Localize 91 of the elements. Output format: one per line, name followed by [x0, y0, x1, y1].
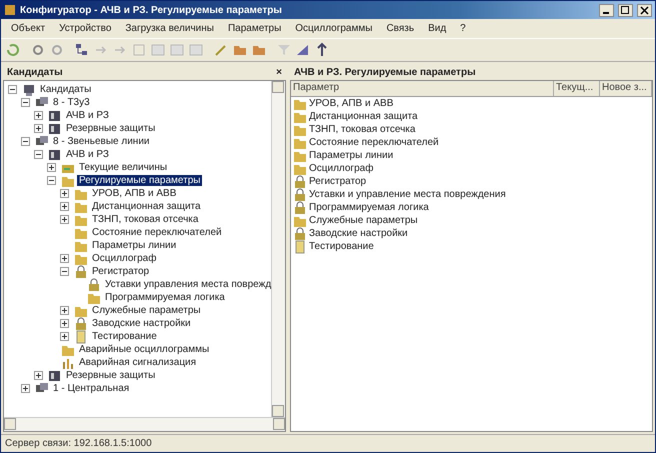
column-header[interactable]: Новое з...: [600, 81, 652, 96]
expand-toggle[interactable]: [60, 254, 69, 263]
device-icon: [48, 368, 62, 382]
device-icon: [48, 148, 62, 162]
list-item[interactable]: УРОВ, АПВ и АВВ: [309, 98, 394, 109]
collapse-toggle[interactable]: [60, 267, 69, 276]
minimize-button[interactable]: [599, 4, 614, 16]
menu-item[interactable]: Осциллограммы: [289, 22, 378, 35]
tree-item[interactable]: Параметры линии: [90, 240, 178, 251]
column-header[interactable]: Параметр: [291, 81, 554, 96]
collapse-toggle[interactable]: [21, 137, 30, 146]
tree-item[interactable]: 1 - Центральная: [51, 383, 132, 394]
expand-toggle[interactable]: [60, 332, 69, 341]
menu-item[interactable]: Устройство: [53, 22, 118, 35]
menu-item[interactable]: Объект: [5, 22, 52, 35]
app-icon: [4, 4, 16, 16]
tree-item[interactable]: Тестирование: [90, 331, 159, 342]
tree-item[interactable]: 8 - Звеньевые линии: [51, 136, 152, 147]
tree-item[interactable]: Регистратор: [90, 266, 152, 277]
menu-item[interactable]: Связь: [380, 22, 420, 35]
lock-icon: [74, 316, 88, 330]
tree-item[interactable]: Резервные защиты: [64, 123, 158, 134]
list-item[interactable]: ТЗНП, токовая отсечка: [309, 124, 416, 135]
panel-title: Кандидаты: [7, 66, 63, 78]
device-icon: [48, 108, 62, 122]
collapse-toggle[interactable]: [21, 98, 30, 107]
maximize-button[interactable]: [618, 4, 633, 16]
vertical-scrollbar[interactable]: [271, 81, 285, 417]
expand-toggle[interactable]: [34, 124, 43, 133]
computer-icon: [22, 82, 36, 96]
list-item[interactable]: Программируемая логика: [309, 202, 429, 213]
horizontal-scrollbar[interactable]: [4, 417, 285, 431]
tree-item[interactable]: Аварийные осциллограммы: [77, 344, 212, 355]
tree-item[interactable]: Регулируемые параметры: [77, 175, 202, 186]
lock-icon: [87, 278, 101, 292]
expand-toggle[interactable]: [60, 202, 69, 211]
expand-toggle[interactable]: [60, 215, 69, 224]
tree-item[interactable]: Осциллограф: [90, 253, 158, 264]
expand-toggle[interactable]: [60, 189, 69, 198]
tree-item[interactable]: 8 - Т3у3: [51, 97, 92, 108]
tree-item[interactable]: Программируемая логика: [103, 292, 227, 303]
list-item[interactable]: Регистратор: [309, 176, 366, 187]
list-item[interactable]: Уставки и управление места повреждения: [309, 189, 506, 200]
list-item[interactable]: Осциллограф: [309, 163, 374, 174]
expand-toggle[interactable]: [34, 111, 43, 120]
menu-item[interactable]: Параметры: [222, 22, 288, 35]
list-item[interactable]: Дистанционная защита: [309, 111, 418, 122]
tree-item[interactable]: Резервные защиты: [64, 370, 158, 381]
list-item[interactable]: Состояние переключателей: [309, 137, 439, 148]
status-text: Сервер связи: 192.168.1.5:1000: [5, 438, 152, 449]
tree-item[interactable]: Служебные параметры: [90, 305, 203, 316]
document-icon: [74, 330, 88, 344]
document-icon: [293, 240, 307, 254]
tree-item[interactable]: УРОВ, АПВ и АВВ: [90, 188, 178, 199]
list-item[interactable]: Заводские настройки: [309, 228, 408, 239]
column-header[interactable]: Текущ...: [554, 81, 600, 96]
lock-icon: [293, 188, 307, 202]
menu-item[interactable]: Вид: [422, 22, 452, 35]
lock-icon: [74, 264, 88, 278]
collapse-toggle[interactable]: [8, 85, 17, 94]
list-item[interactable]: Параметры линии: [309, 150, 394, 161]
tree-item[interactable]: Аварийная сигнализация: [77, 357, 198, 368]
tree-item[interactable]: Дистанционная защита: [90, 201, 203, 212]
collapse-toggle[interactable]: [34, 150, 43, 159]
expand-toggle[interactable]: [21, 384, 30, 393]
panel-title: АЧВ и РЗ. Регулируемые параметры: [294, 66, 476, 78]
tree-item[interactable]: Состояние переключателей: [90, 227, 224, 238]
menu-item[interactable]: ?: [454, 22, 472, 35]
collapse-toggle[interactable]: [47, 176, 56, 185]
tree-item[interactable]: Кандидаты: [38, 84, 94, 95]
expand-toggle[interactable]: [34, 371, 43, 380]
lock-icon: [293, 226, 307, 240]
tree-item[interactable]: Заводские настройки: [90, 318, 193, 329]
expand-toggle[interactable]: [60, 319, 69, 328]
tree-item[interactable]: Текущие величины: [77, 162, 170, 173]
device-icon: [48, 122, 62, 136]
window-title: Конфигуратор - АЧВ и РЗ. Регулируемые параметры: [20, 4, 283, 16]
lock-icon: [293, 174, 307, 188]
tree-icon[interactable]: [74, 42, 90, 58]
close-button[interactable]: ×: [276, 66, 282, 78]
menu-item[interactable]: Загрузка величины: [119, 22, 220, 35]
list-item[interactable]: Тестирование: [309, 241, 374, 252]
tree-item[interactable]: АЧВ и РЗ: [64, 149, 111, 160]
list-item[interactable]: Служебные параметры: [309, 215, 418, 226]
tree-item[interactable]: АЧВ и РЗ: [64, 110, 111, 121]
tree-item[interactable]: Уставки управления места поврежд: [103, 279, 271, 290]
expand-toggle[interactable]: [47, 163, 56, 172]
lock-icon: [293, 200, 307, 214]
close-button[interactable]: [637, 4, 652, 16]
expand-toggle[interactable]: [60, 306, 69, 315]
tree-item[interactable]: ТЗНП, токовая отсечка: [90, 214, 200, 225]
